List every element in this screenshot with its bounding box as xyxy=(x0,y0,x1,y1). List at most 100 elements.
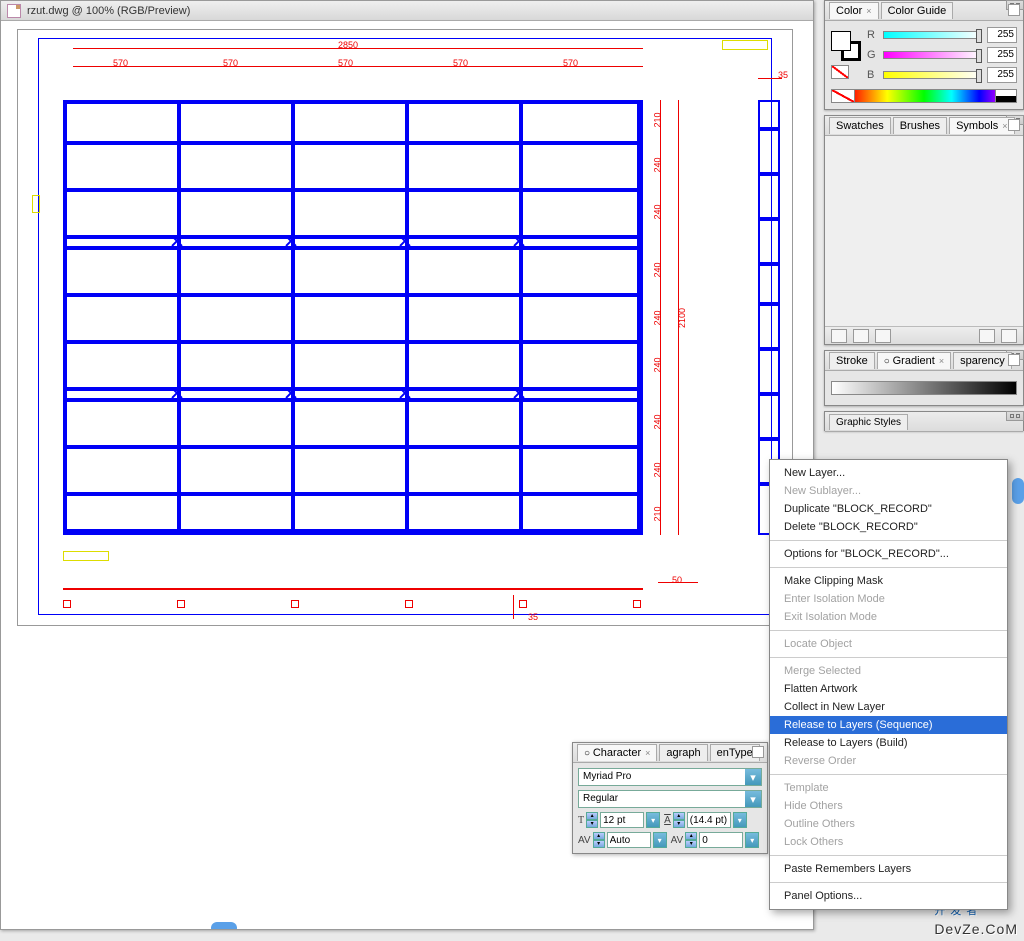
tab-gradient[interactable]: ○ Gradient× xyxy=(877,352,951,369)
r-value[interactable]: 255 xyxy=(987,27,1017,43)
tab-color-guide[interactable]: Color Guide xyxy=(881,2,954,19)
none-swatch[interactable] xyxy=(831,65,849,79)
tab-color[interactable]: Color× xyxy=(829,2,879,19)
menu-clip-mask[interactable]: Make Clipping Mask xyxy=(770,572,1007,590)
kerning-field[interactable]: AV ▴▾ xyxy=(578,832,667,848)
elev-mark xyxy=(177,600,185,608)
dim-35-bottom: 35 xyxy=(528,612,538,622)
kerning-input[interactable] xyxy=(607,832,651,848)
spinner[interactable]: ▴▾ xyxy=(593,832,605,848)
symbol-options-icon[interactable] xyxy=(875,329,891,343)
menu-release-sequence[interactable]: Release to Layers (Sequence) xyxy=(770,716,1007,734)
tab-transparency[interactable]: sparency xyxy=(953,352,1012,369)
menu-duplicate[interactable]: Duplicate "BLOCK_RECORD" xyxy=(770,500,1007,518)
close-icon[interactable]: × xyxy=(1002,121,1007,131)
fill-swatch[interactable] xyxy=(831,31,851,51)
menu-paste-remembers[interactable]: Paste Remembers Layers xyxy=(770,860,1007,878)
tracking-field[interactable]: AV ▴▾ xyxy=(671,832,760,848)
g-slider[interactable] xyxy=(883,51,981,59)
slider-knob[interactable] xyxy=(976,29,982,43)
panel-menu-icon[interactable] xyxy=(752,746,764,758)
yellow-tag xyxy=(63,551,109,561)
hbeam xyxy=(63,235,643,239)
dropdown-icon[interactable] xyxy=(733,812,747,828)
menu-collect[interactable]: Collect in New Layer xyxy=(770,698,1007,716)
menu-flatten[interactable]: Flatten Artwork xyxy=(770,680,1007,698)
slider-knob[interactable] xyxy=(976,69,982,83)
leading-field[interactable]: A ▴▾ xyxy=(664,812,747,828)
gradient-bar[interactable] xyxy=(831,381,1017,395)
b-value[interactable]: 255 xyxy=(987,67,1017,83)
tab-character[interactable]: ○ Character× xyxy=(577,744,657,761)
tab-paragraph[interactable]: agraph xyxy=(659,744,707,761)
dropdown-icon[interactable] xyxy=(653,832,667,848)
spin-down[interactable]: ▾ xyxy=(673,820,685,828)
font-style-value: Regular xyxy=(579,791,745,807)
close-icon[interactable]: × xyxy=(866,6,871,16)
vertical-scroll-thumb[interactable] xyxy=(1012,478,1024,504)
font-style-select[interactable]: Regular xyxy=(578,790,762,808)
dropdown-icon[interactable] xyxy=(745,832,759,848)
tracking-input[interactable] xyxy=(699,832,743,848)
document-titlebar[interactable]: rzut.dwg @ 100% (RGB/Preview) xyxy=(1,1,813,21)
dropdown-icon[interactable] xyxy=(745,791,761,807)
font-family-select[interactable]: Myriad Pro xyxy=(578,768,762,786)
dim-r3: 240 xyxy=(653,262,663,277)
panel-collapse-icon[interactable] xyxy=(1006,411,1024,421)
spin-up[interactable]: ▴ xyxy=(586,812,598,820)
spin-up[interactable]: ▴ xyxy=(685,832,697,840)
close-icon[interactable]: × xyxy=(939,356,944,366)
spinner[interactable]: ▴▾ xyxy=(685,832,697,848)
color-spectrum[interactable] xyxy=(831,89,1017,103)
spin-up[interactable]: ▴ xyxy=(593,832,605,840)
close-icon[interactable]: × xyxy=(645,748,650,758)
symbols-body[interactable] xyxy=(825,136,1023,326)
horizontal-scroll-thumb[interactable] xyxy=(211,922,237,929)
place-symbol-icon[interactable] xyxy=(831,329,847,343)
tab-graphic-styles[interactable]: Graphic Styles xyxy=(829,414,908,430)
fill-stroke-swatch[interactable] xyxy=(831,31,861,61)
b-label: B xyxy=(867,69,877,81)
break-link-icon[interactable] xyxy=(853,329,869,343)
menu-panel-options[interactable]: Panel Options... xyxy=(770,887,1007,905)
panel-menu-icon[interactable] xyxy=(1008,354,1020,366)
slider-knob[interactable] xyxy=(976,49,982,63)
r-slider[interactable] xyxy=(883,31,981,39)
spin-down[interactable]: ▾ xyxy=(593,840,605,848)
delete-symbol-icon[interactable] xyxy=(1001,329,1017,343)
b-slider[interactable] xyxy=(883,71,981,79)
appearance-panel-collapsed[interactable]: Graphic Styles xyxy=(824,411,1024,431)
menu-new-layer[interactable]: New Layer... xyxy=(770,464,1007,482)
menu-separator xyxy=(770,855,1007,856)
dim-line2 xyxy=(73,66,643,67)
menu-delete[interactable]: Delete "BLOCK_RECORD" xyxy=(770,518,1007,536)
menu-release-build[interactable]: Release to Layers (Build) xyxy=(770,734,1007,752)
spinner[interactable]: ▴▾ xyxy=(586,812,598,828)
font-size-field[interactable]: T ▴▾ xyxy=(578,812,660,828)
tab-swatches[interactable]: Swatches xyxy=(829,117,891,134)
tab-symbols[interactable]: Symbols× xyxy=(949,117,1014,134)
new-symbol-icon[interactable] xyxy=(979,329,995,343)
dropdown-icon[interactable] xyxy=(745,769,761,785)
font-size-input[interactable] xyxy=(600,812,644,828)
panel-menu-icon[interactable] xyxy=(1008,119,1020,131)
menu-options[interactable]: Options for "BLOCK_RECORD"... xyxy=(770,545,1007,563)
g-value[interactable]: 255 xyxy=(987,47,1017,63)
menu-outline-others: Outline Others xyxy=(770,815,1007,833)
dim-vline-bottom xyxy=(513,595,514,619)
dropdown-icon[interactable] xyxy=(646,812,660,828)
gradient-panel-tabs: Stroke ○ Gradient× sparency xyxy=(825,351,1023,371)
spin-up[interactable]: ▴ xyxy=(673,812,685,820)
vbeam xyxy=(405,100,409,535)
spinner[interactable]: ▴▾ xyxy=(673,812,685,828)
spin-down[interactable]: ▾ xyxy=(586,820,598,828)
tab-stroke[interactable]: Stroke xyxy=(829,352,875,369)
tab-brushes[interactable]: Brushes xyxy=(893,117,947,134)
tab-label: Gradient xyxy=(893,355,935,367)
spin-down[interactable]: ▾ xyxy=(685,840,697,848)
hbeam xyxy=(63,246,643,250)
menu-enter-isolation: Enter Isolation Mode xyxy=(770,590,1007,608)
leading-input[interactable] xyxy=(687,812,731,828)
layers-context-menu: New Layer... New Sublayer... Duplicate "… xyxy=(769,459,1008,910)
panel-menu-icon[interactable] xyxy=(1008,4,1020,16)
